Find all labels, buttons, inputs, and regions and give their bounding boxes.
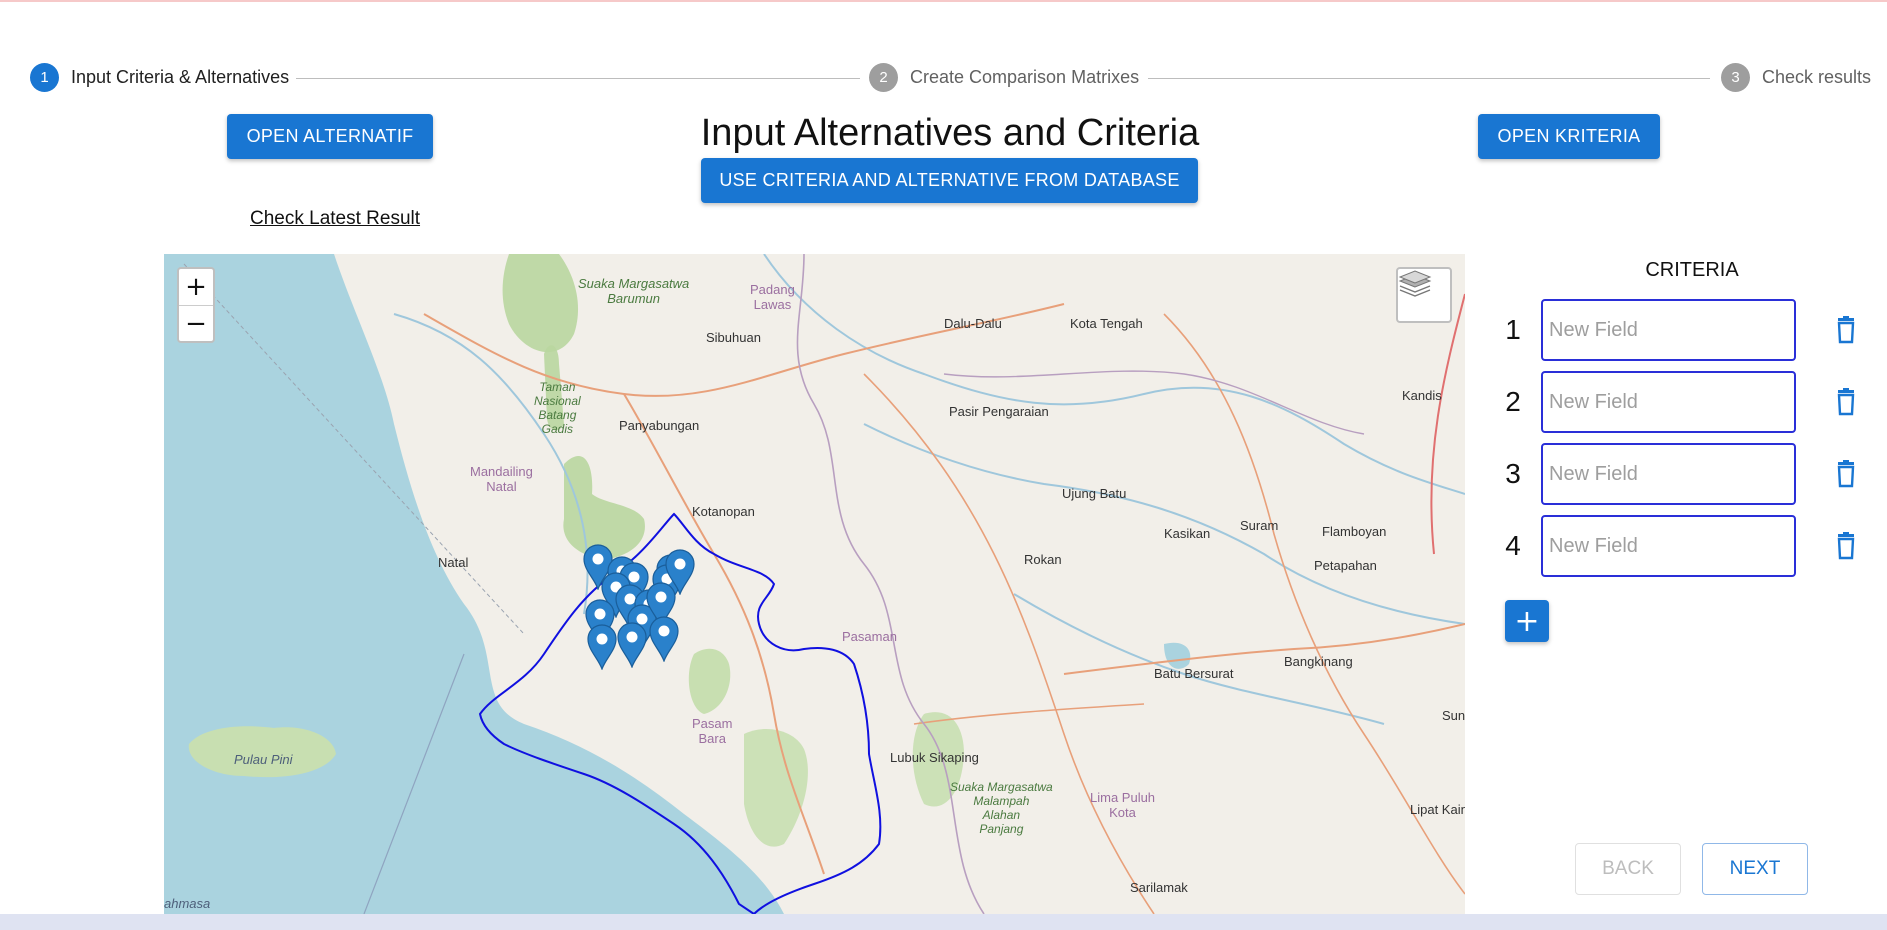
map[interactable]: Suaka Margasatwa Barumun Padang Lawas Si…: [164, 254, 1465, 914]
map-label-kota-tengah: Kota Tengah: [1070, 316, 1143, 331]
stepper-connector-1: [296, 78, 860, 79]
map-label-panyabungan: Panyabungan: [619, 418, 700, 433]
use-database-button[interactable]: USE CRITERIA AND ALTERNATIVE FROM DATABA…: [701, 158, 1198, 203]
map-label-kasikan: Kasikan: [1164, 526, 1211, 541]
map-label-pulau-pini: Pulau Pini: [234, 752, 293, 767]
delete-icon[interactable]: [1834, 388, 1858, 416]
step-2-label: Create Comparison Matrixes: [910, 67, 1140, 87]
map-label-sun: Sun: [1442, 708, 1465, 723]
map-label-padang-lawas: Padang Lawas: [750, 282, 795, 312]
map-label-sibuhuan: Sibuhuan: [706, 330, 761, 345]
map-label-ahmasa: ahmasa: [164, 896, 211, 911]
layers-icon: [1398, 270, 1432, 297]
criteria-input-2[interactable]: [1541, 371, 1796, 433]
map-base[interactable]: [164, 254, 1465, 914]
map-label-sarilamak: Sarilamak: [1130, 880, 1188, 895]
open-alternatif-button[interactable]: OPEN ALTERNATIF: [227, 114, 433, 159]
step-2-number: 2: [869, 63, 898, 92]
add-criteria-button[interactable]: +: [1505, 600, 1549, 642]
delete-icon[interactable]: [1834, 460, 1858, 488]
taskbar: [0, 914, 1887, 930]
step-2: 2 Create Comparison Matrixes: [869, 63, 1139, 92]
map-label-kandis: Kandis: [1402, 388, 1442, 403]
zoom-out-button[interactable]: −: [179, 306, 213, 342]
step-3-number: 3: [1721, 63, 1750, 92]
open-kriteria-button[interactable]: OPEN KRITERIA: [1478, 114, 1660, 159]
top-accent-line: [0, 0, 1887, 2]
delete-icon[interactable]: [1834, 316, 1858, 344]
step-3: 3 Check results: [1721, 63, 1871, 92]
stepper-connector-2: [1148, 78, 1710, 79]
step-1-label: Input Criteria & Alternatives: [71, 67, 290, 87]
check-latest-result-link[interactable]: Check Latest Result: [250, 208, 420, 230]
map-label-dalu-dalu: Dalu-Dalu: [944, 316, 1002, 331]
map-label-suaka-barumun: Suaka Margasatwa Barumun: [578, 276, 690, 306]
map-label-pasaman: Pasaman: [842, 629, 897, 644]
map-label-batu-bersurat: Batu Bersurat: [1154, 666, 1234, 681]
zoom-in-button[interactable]: +: [179, 269, 213, 306]
criteria-number: 4: [1505, 530, 1521, 561]
criteria-input-1[interactable]: [1541, 299, 1796, 361]
criteria-input-3[interactable]: [1541, 443, 1796, 505]
zoom-control: + −: [177, 267, 215, 343]
map-label-taman-nasional: Taman Nasional Batang Gadis: [534, 380, 581, 436]
criteria-number: 3: [1505, 458, 1521, 489]
next-button[interactable]: NEXT: [1702, 843, 1808, 895]
map-label-lima-puluh-kota: Lima Puluh Kota: [1090, 790, 1156, 820]
criteria-number: 1: [1505, 314, 1521, 345]
map-marker-icon[interactable]: [616, 622, 648, 668]
map-label-suram: Suram: [1240, 518, 1279, 533]
map-label-ujung-batu: Ujung Batu: [1062, 486, 1127, 501]
map-marker-icon[interactable]: [648, 616, 680, 662]
map-label-pasaman-barat: Pasam Bara: [692, 716, 733, 746]
step-1: 1 Input Criteria & Alternatives: [30, 63, 289, 92]
map-label-natal: Natal: [438, 555, 469, 570]
map-marker-icon[interactable]: [586, 624, 618, 670]
map-label-mandailing-natal: Mandailing Natal: [470, 464, 533, 494]
map-label-bangkinang: Bangkinang: [1284, 654, 1353, 669]
step-3-label: Check results: [1762, 67, 1872, 87]
map-label-kotanopan: Kotanopan: [692, 504, 755, 519]
map-label-flamboyan: Flamboyan: [1322, 524, 1387, 539]
criteria-title: CRITERIA: [1645, 259, 1739, 281]
criteria-input-4[interactable]: [1541, 515, 1796, 577]
map-label-pasir-pengaraian: Pasir Pengaraian: [949, 404, 1049, 419]
page-title: Input Alternatives and Criteria: [700, 112, 1200, 154]
layers-button[interactable]: [1396, 267, 1452, 323]
map-label-suaka-malampah: Suaka Margasatwa Malampah Alahan Panjang: [950, 780, 1053, 836]
map-label-lubuk-sikaping: Lubuk Sikaping: [890, 750, 979, 765]
map-label-rokan: Rokan: [1024, 552, 1062, 567]
map-label-lipat-kain: Lipat Kain: [1410, 802, 1465, 817]
back-button[interactable]: BACK: [1575, 843, 1681, 895]
criteria-number: 2: [1505, 386, 1521, 417]
delete-icon[interactable]: [1834, 532, 1858, 560]
step-1-number: 1: [30, 63, 59, 92]
map-label-petapahan: Petapahan: [1314, 558, 1377, 573]
